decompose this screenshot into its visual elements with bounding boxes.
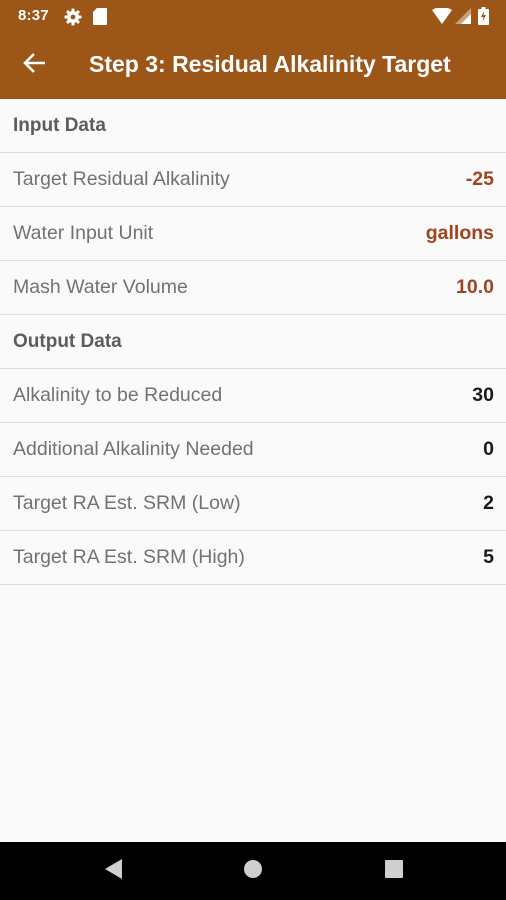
row-label: Mash Water Volume <box>13 276 188 298</box>
row-value: -25 <box>465 168 494 190</box>
row-label: Additional Alkalinity Needed <box>13 438 254 460</box>
row-value: 2 <box>483 492 494 514</box>
wifi-icon <box>432 7 452 29</box>
alkalinity-to-be-reduced-row: Alkalinity to be Reduced 30 <box>0 369 506 423</box>
app-header: 8:37 Step 3: Residual Alkalinity Target <box>0 0 506 99</box>
battery-icon <box>478 7 489 30</box>
target-residual-alkalinity-row[interactable]: Target Residual Alkalinity -25 <box>0 153 506 207</box>
row-value: 10.0 <box>456 276 494 298</box>
row-label: Water Input Unit <box>13 222 154 244</box>
row-value: gallons <box>425 222 494 244</box>
row-label: Target Residual Alkalinity <box>13 168 230 190</box>
back-button[interactable] <box>14 45 54 85</box>
row-label: Target RA Est. SRM (High) <box>13 546 245 568</box>
signal-icon <box>455 8 471 29</box>
row-label: Alkalinity to be Reduced <box>13 384 223 406</box>
gear-icon <box>64 8 82 31</box>
system-navigation-bar <box>0 842 506 900</box>
input-data-section-header: Input Data <box>0 99 506 153</box>
content-list: Input Data Target Residual Alkalinity -2… <box>0 99 506 585</box>
row-value: 30 <box>472 384 494 406</box>
nav-recents-button[interactable] <box>381 858 407 884</box>
additional-alkalinity-needed-row: Additional Alkalinity Needed 0 <box>0 423 506 477</box>
target-ra-srm-high-row: Target RA Est. SRM (High) 5 <box>0 531 506 585</box>
row-label: Target RA Est. SRM (Low) <box>13 492 241 514</box>
target-ra-srm-low-row: Target RA Est. SRM (Low) 2 <box>0 477 506 531</box>
sd-card-icon <box>93 8 107 30</box>
mash-water-volume-row[interactable]: Mash Water Volume 10.0 <box>0 261 506 315</box>
toolbar: Step 3: Residual Alkalinity Target <box>0 32 506 99</box>
output-data-section-header: Output Data <box>0 315 506 369</box>
section-title: Output Data <box>13 330 122 352</box>
arrow-left-icon <box>23 52 46 79</box>
section-title: Input Data <box>13 114 106 136</box>
recents-square-icon <box>384 859 404 884</box>
nav-home-button[interactable] <box>240 858 266 884</box>
back-triangle-icon <box>103 858 123 885</box>
status-time: 8:37 <box>18 7 49 24</box>
home-circle-icon <box>242 858 264 885</box>
row-value: 5 <box>483 546 494 568</box>
status-bar: 8:37 <box>0 0 506 32</box>
nav-back-button[interactable] <box>100 858 126 884</box>
water-input-unit-row[interactable]: Water Input Unit gallons <box>0 207 506 261</box>
page-title: Step 3: Residual Alkalinity Target <box>89 51 451 77</box>
row-value: 0 <box>483 438 494 460</box>
